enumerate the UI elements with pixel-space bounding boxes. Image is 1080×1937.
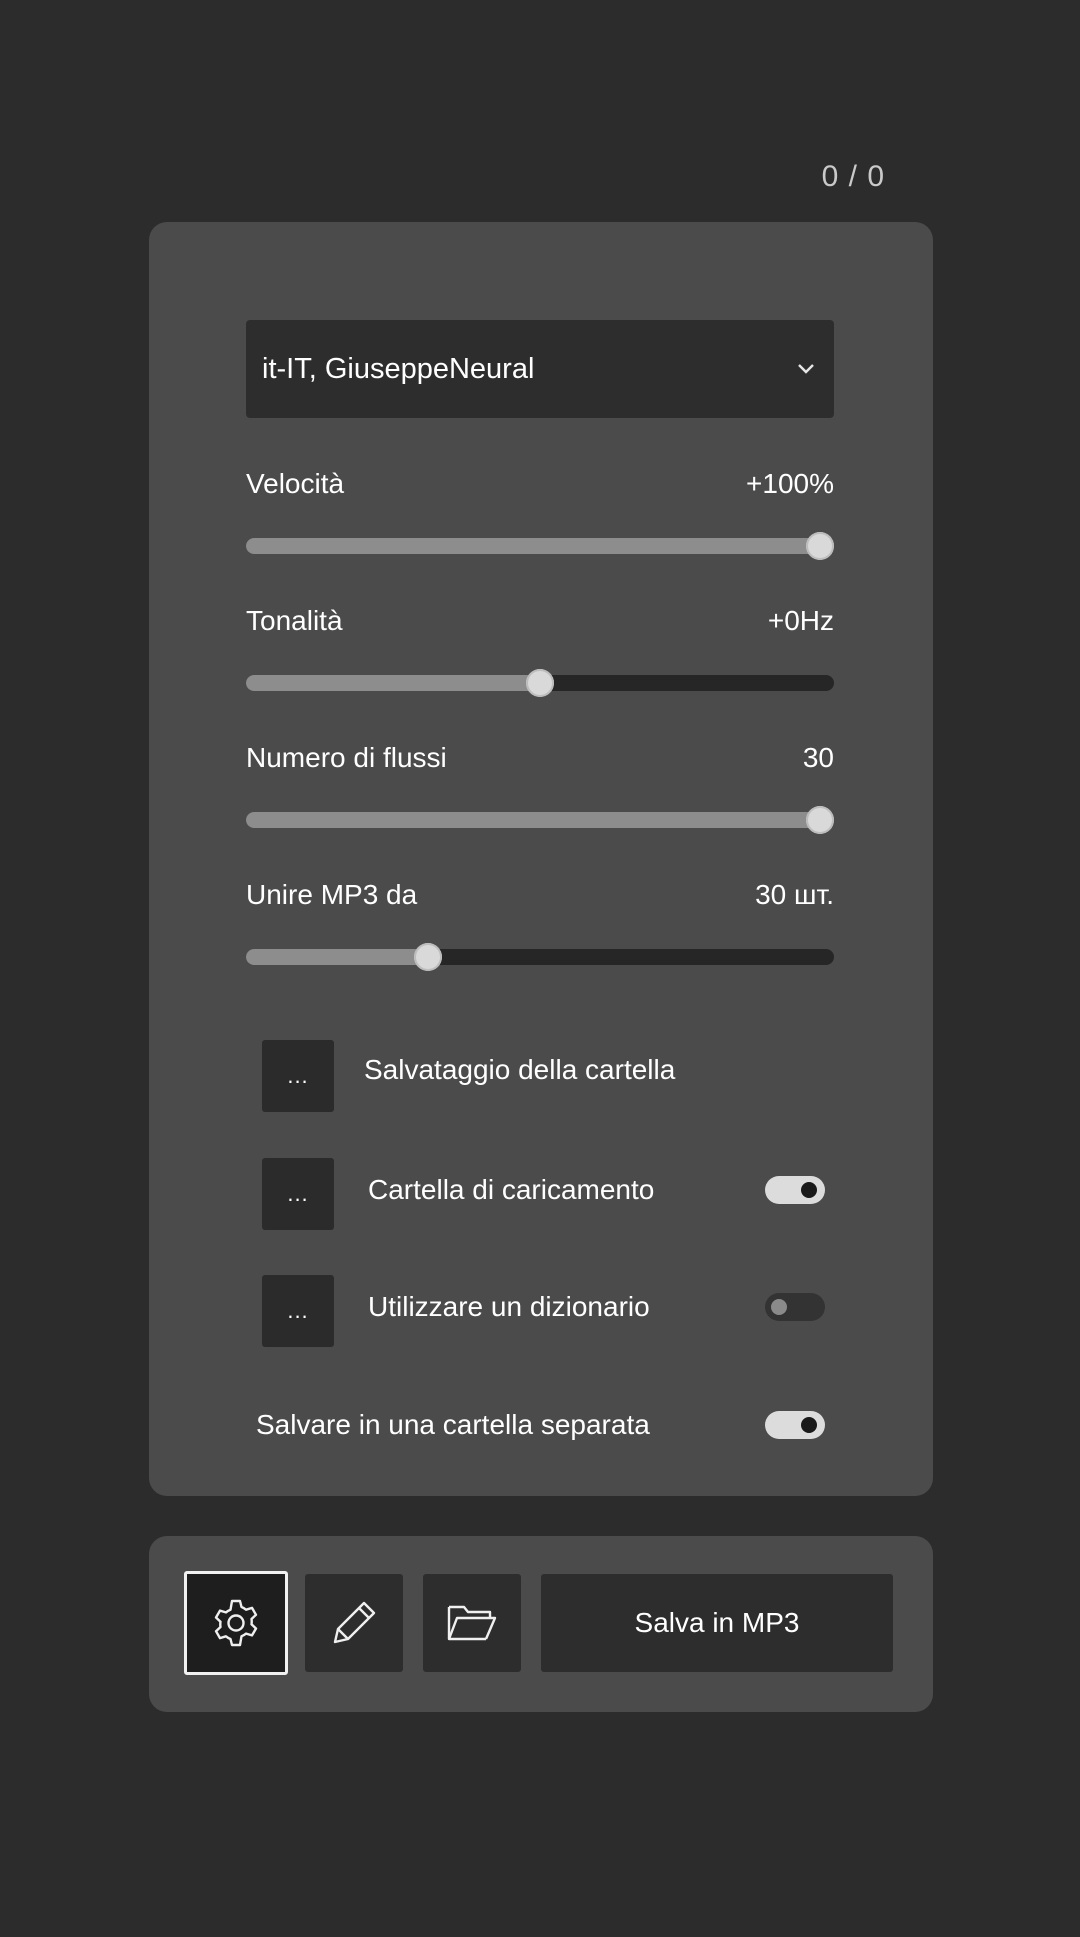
settings-button[interactable] xyxy=(184,1571,288,1675)
dictionary-label: Utilizzare un dizionario xyxy=(368,1291,650,1322)
pencil-icon xyxy=(333,1601,376,1644)
speed-slider-thumb[interactable] xyxy=(806,532,834,560)
load-folder-row: ... Cartella di caricamento xyxy=(262,1158,834,1230)
pitch-label: Tonalità xyxy=(246,605,343,636)
speed-slider-fill xyxy=(246,538,820,554)
speed-slider[interactable] xyxy=(246,532,834,560)
dictionary-browse-button[interactable]: ... xyxy=(262,1275,334,1347)
voice-select-value: it-IT, GiuseppeNeural xyxy=(262,352,535,385)
gear-icon xyxy=(214,1599,258,1647)
separate-folder-toggle[interactable] xyxy=(765,1411,825,1439)
pitch-slider-fill xyxy=(246,675,540,691)
toolbar: Salva in MP3 xyxy=(149,1536,933,1712)
separate-folder-row: Salvare in una cartella separata xyxy=(256,1393,834,1465)
dictionary-toggle[interactable] xyxy=(765,1293,825,1321)
threads-slider[interactable] xyxy=(246,806,834,834)
edit-button[interactable] xyxy=(305,1574,403,1672)
merge-slider[interactable] xyxy=(246,943,834,971)
pitch-value: +0Hz xyxy=(767,605,834,636)
merge-slider-thumb[interactable] xyxy=(414,943,442,971)
separate-folder-label: Salvare in una cartella separata xyxy=(256,1409,650,1440)
threads-value: 30 xyxy=(802,742,834,773)
save-mp3-button[interactable]: Salva in MP3 xyxy=(541,1574,893,1672)
pitch-slider-thumb[interactable] xyxy=(526,669,554,697)
chevron-down-icon xyxy=(798,364,814,374)
pitch-slider[interactable] xyxy=(246,669,834,697)
save-folder-row: ... Salvataggio della cartella xyxy=(262,1040,834,1112)
load-folder-toggle-knob xyxy=(801,1182,817,1198)
progress-counter: 0 / 0 xyxy=(821,160,885,193)
app-window: 0 / 0 it-IT, GiuseppeNeural Velocità +10… xyxy=(0,0,1080,1937)
merge-label: Unire MP3 da xyxy=(246,879,418,910)
threads-label: Numero di flussi xyxy=(246,742,447,773)
speed-label: Velocità xyxy=(246,468,345,499)
merge-value: 30 шт. xyxy=(755,879,834,910)
load-folder-browse-button[interactable]: ... xyxy=(262,1158,334,1230)
save-folder-browse-button[interactable]: ... xyxy=(262,1040,334,1112)
folder-open-icon xyxy=(447,1605,497,1641)
separate-folder-toggle-knob xyxy=(801,1417,817,1433)
threads-slider-fill xyxy=(246,812,820,828)
save-folder-label: Salvataggio della cartella xyxy=(364,1054,676,1085)
voice-select[interactable]: it-IT, GiuseppeNeural xyxy=(246,320,834,418)
merge-slider-fill xyxy=(246,949,428,965)
dictionary-row: ... Utilizzare un dizionario xyxy=(262,1275,834,1347)
threads-slider-thumb[interactable] xyxy=(806,806,834,834)
dictionary-toggle-knob xyxy=(771,1299,787,1315)
speed-value: +100% xyxy=(746,468,834,499)
load-folder-toggle[interactable] xyxy=(765,1176,825,1204)
load-folder-label: Cartella di caricamento xyxy=(368,1174,655,1205)
settings-panel: it-IT, GiuseppeNeural Velocità +100% Ton… xyxy=(149,222,933,1496)
folder-button[interactable] xyxy=(423,1574,521,1672)
